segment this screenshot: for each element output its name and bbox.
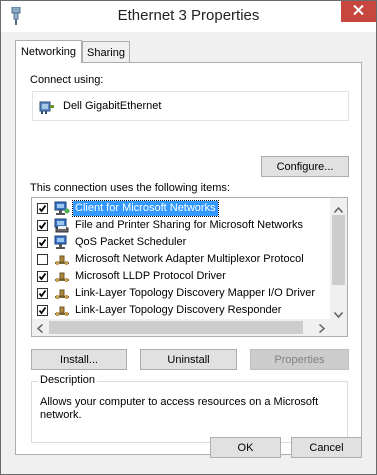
protocol-icon [54, 252, 70, 267]
ok-button-label: OK [237, 441, 254, 454]
adapter-name: Dell GigabitEthernet [63, 100, 162, 112]
cancel-button[interactable]: Cancel [291, 437, 362, 458]
list-item[interactable]: Microsoft Network Adapter Multiplexor Pr… [32, 251, 332, 268]
checkbox-checked[interactable] [37, 203, 48, 214]
uninstall-button-label: Uninstall [167, 353, 210, 366]
install-button-label: Install... [60, 353, 98, 366]
checkmark-icon [38, 306, 47, 315]
checkmark-icon [38, 289, 47, 298]
checkbox-unchecked[interactable] [37, 254, 48, 265]
window-title: Ethernet 3 Properties [117, 7, 260, 24]
list-item-label: File and Printer Sharing for Microsoft N… [75, 219, 304, 231]
list-item-label: Link-Layer Topology Discovery Responder [75, 304, 282, 316]
description-group: Description Allows your computer to acce… [31, 374, 348, 443]
list-item-label: Microsoft LLDP Protocol Driver [75, 270, 226, 282]
close-button[interactable] [341, 1, 376, 22]
vertical-scroll-thumb[interactable] [332, 215, 345, 285]
protocol-icon [54, 303, 70, 318]
list-item[interactable]: File and Printer Sharing for Microsoft N… [32, 217, 332, 234]
checkbox-checked[interactable] [37, 220, 48, 231]
list-item-label: QoS Packet Scheduler [75, 236, 187, 248]
horizontal-scrollbar[interactable] [32, 319, 332, 336]
adapter-field: Dell GigabitEthernet [32, 91, 349, 121]
checkbox-checked[interactable] [37, 288, 48, 299]
dialog-body: Networking Sharing Connect using: Dell G… [1, 32, 376, 474]
network-card-icon [39, 99, 55, 115]
horizontal-scroll-thumb[interactable] [49, 321, 303, 334]
configure-button-label: Configure... [276, 160, 334, 173]
list-item[interactable]: Link-Layer Topology Discovery Mapper I/O… [32, 285, 332, 302]
ok-button[interactable]: OK [210, 437, 281, 458]
scroll-left-icon[interactable] [36, 323, 43, 336]
connect-using-label: Connect using: [30, 74, 104, 86]
items-section-label: This connection uses the following items… [30, 182, 230, 194]
checkmark-icon [38, 272, 47, 281]
vertical-scrollbar[interactable] [330, 198, 347, 320]
list-item[interactable]: QoS Packet Scheduler [32, 234, 332, 251]
checkbox-checked[interactable] [37, 271, 48, 282]
title-bar[interactable]: Ethernet 3 Properties [1, 1, 376, 32]
checkbox-checked[interactable] [37, 305, 48, 316]
description-text: Allows your computer to access resources… [40, 396, 319, 421]
cancel-button-label: Cancel [309, 441, 344, 454]
list-item[interactable]: Link-Layer Topology Discovery Responder [32, 302, 332, 319]
properties-button[interactable]: Properties [250, 349, 349, 370]
list-item[interactable]: Microsoft LLDP Protocol Driver [32, 268, 332, 285]
list-item[interactable]: Client for Microsoft Networks [32, 200, 332, 217]
protocol-icon [54, 286, 70, 301]
client-network-icon [54, 201, 70, 216]
checkbox-checked[interactable] [37, 237, 48, 248]
tab-sharing-label: Sharing [87, 46, 125, 59]
checkmark-icon [38, 204, 47, 213]
protocol-icon [54, 269, 70, 284]
qos-scheduler-icon [54, 235, 70, 250]
uninstall-button[interactable]: Uninstall [140, 349, 237, 370]
list-item-label: Client for Microsoft Networks [72, 200, 219, 217]
tab-sharing[interactable]: Sharing [82, 41, 130, 63]
scrollbar-corner [330, 319, 347, 336]
tab-networking-label: Networking [20, 46, 77, 58]
install-button[interactable]: Install... [31, 349, 127, 370]
properties-dialog: Ethernet 3 Properties Networking Sharing… [0, 0, 377, 475]
configure-button[interactable]: Configure... [261, 156, 349, 177]
networking-panel: Connect using: Dell GigabitEthernet Conf… [15, 62, 362, 455]
description-legend: Description [38, 374, 98, 386]
items-list[interactable]: Client for Microsoft Networks File and Pr… [31, 197, 348, 337]
checkmark-icon [38, 221, 47, 230]
scroll-right-icon[interactable] [319, 323, 326, 336]
file-printer-sharing-icon [54, 218, 70, 233]
checkmark-icon [38, 238, 47, 247]
properties-button-label: Properties [274, 353, 325, 366]
tab-networking[interactable]: Networking [15, 40, 82, 63]
close-icon [353, 4, 364, 18]
list-item-label: Microsoft Network Adapter Multiplexor Pr… [75, 253, 304, 265]
list-item-label: Link-Layer Topology Discovery Mapper I/O… [75, 287, 316, 299]
